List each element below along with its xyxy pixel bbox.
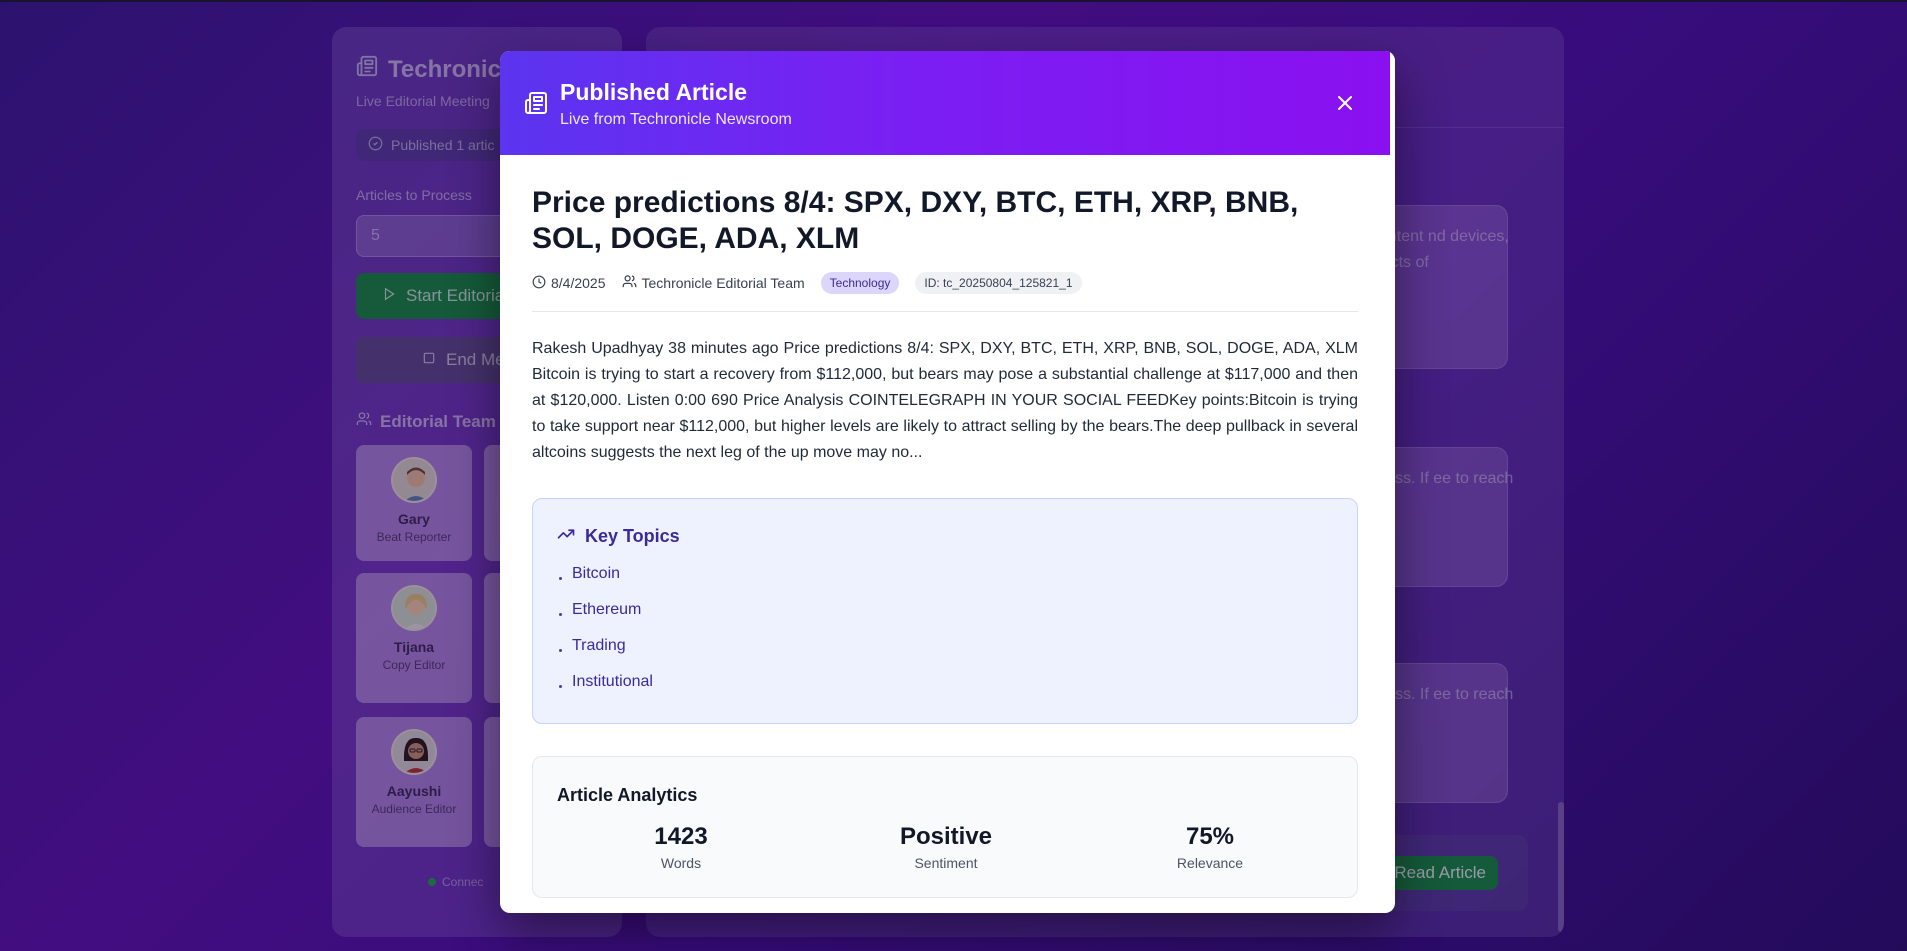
article-meta: 8/4/2025 Techronicle Editorial Team Tech… <box>532 271 1082 295</box>
stat-label: Words <box>660 855 702 871</box>
list-item: Ethereum <box>559 601 641 619</box>
stat-value: 75% <box>1185 823 1235 850</box>
analytics-heading: Article Analytics <box>557 785 698 805</box>
modal-title: Published Article <box>560 79 748 105</box>
article-body: Rakesh Upadhyay 38 minutes ago Price pre… <box>532 340 1358 461</box>
key-topics-heading: Key Topics <box>557 525 680 548</box>
divider <box>532 311 1358 312</box>
clock-icon <box>532 275 546 292</box>
article-author: Techronicle Editorial Team <box>622 274 805 292</box>
modal-header: Published Article Live from Techronicle … <box>500 51 1390 155</box>
modal-scrollbar[interactable] <box>1390 51 1395 155</box>
stat-label: Relevance <box>1176 855 1244 871</box>
list-item: Trading <box>559 637 626 655</box>
users-icon <box>622 274 637 292</box>
article-title: Price predictions 8/4: SPX, DXY, BTC, ET… <box>532 186 1299 255</box>
stat-value: Positive <box>899 823 993 850</box>
published-article-modal: Published Article Live from Techronicle … <box>500 51 1395 913</box>
modal-subtitle: Live from Techronicle Newsroom <box>560 111 792 128</box>
stat-label: Sentiment <box>914 855 978 871</box>
article-date: 8/4/2025 <box>532 275 606 292</box>
article-id-badge: ID: tc_20250804_125821_1 <box>915 272 1082 294</box>
trending-up-icon <box>557 525 575 548</box>
key-topics-panel: Key Topics Bitcoin Ethereum Trading Inst… <box>532 498 1358 724</box>
stat-words: 1423 Words <box>581 823 781 871</box>
bullet-icon <box>559 576 562 580</box>
stat-relevance: 75% Relevance <box>1110 823 1310 871</box>
article-analytics-panel: Article Analytics 1423 Words Positive Se… <box>532 756 1358 898</box>
close-icon[interactable] <box>1333 91 1357 115</box>
bullet-icon <box>559 684 562 688</box>
stat-sentiment: Positive Sentiment <box>846 823 1046 871</box>
list-item: Institutional <box>559 673 653 691</box>
newspaper-icon <box>524 91 548 120</box>
bullet-icon <box>559 612 562 616</box>
stat-value: 1423 <box>654 823 708 850</box>
list-item: Bitcoin <box>559 565 620 583</box>
category-badge: Technology <box>820 272 900 294</box>
bullet-icon <box>559 648 562 652</box>
